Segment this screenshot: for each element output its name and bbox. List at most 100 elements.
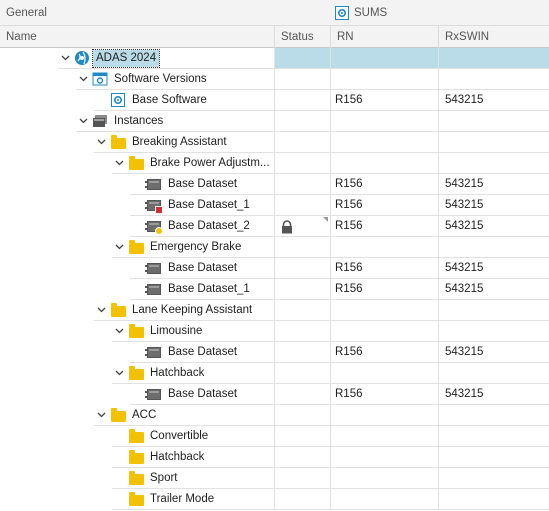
chevron-down-icon[interactable]	[112, 153, 126, 174]
rn-cell[interactable]	[331, 153, 439, 174]
rn-cell[interactable]	[331, 468, 439, 489]
rn-cell[interactable]: R156	[331, 279, 439, 300]
column-header-rxswin[interactable]: RxSWIN	[439, 26, 549, 48]
tree-row-base-dataset[interactable]: Base Dataset R156 543215	[0, 258, 549, 279]
column-header-name[interactable]: Name	[0, 26, 275, 48]
tree-row-limousine[interactable]: Limousine	[0, 321, 549, 342]
rn-cell[interactable]: R156	[331, 174, 439, 195]
rxswin-cell[interactable]	[439, 69, 549, 90]
rn-cell[interactable]: R156	[331, 195, 439, 216]
rxswin-cell[interactable]: 543215	[439, 90, 549, 111]
chevron-down-icon[interactable]	[94, 300, 108, 321]
rn-cell[interactable]	[331, 300, 439, 321]
tree-row-base-dataset[interactable]: Base Dataset R156 543215	[0, 384, 549, 405]
rxswin-cell[interactable]	[439, 132, 549, 153]
rn-cell[interactable]: R156	[331, 216, 439, 237]
tree-row-base-dataset-1[interactable]: Base Dataset_1 R156 543215	[0, 279, 549, 300]
rn-cell[interactable]	[331, 321, 439, 342]
rn-cell[interactable]: R156	[331, 258, 439, 279]
rn-cell[interactable]: R156	[331, 90, 439, 111]
rn-cell[interactable]	[331, 237, 439, 258]
tree-row-base-dataset-2[interactable]: Base Dataset_2 R156 543215	[0, 216, 549, 237]
status-cell[interactable]	[275, 405, 331, 426]
tree-row-base-dataset-1[interactable]: Base Dataset_1 R156 543215	[0, 195, 549, 216]
status-cell[interactable]	[275, 489, 331, 510]
tree-row-sport[interactable]: Sport	[0, 468, 549, 489]
rn-cell[interactable]: R156	[331, 342, 439, 363]
status-cell[interactable]	[275, 426, 331, 447]
rxswin-cell[interactable]	[439, 363, 549, 384]
tree-row-software-versions[interactable]: Software Versions	[0, 69, 549, 90]
rxswin-cell[interactable]	[439, 489, 549, 510]
status-cell[interactable]	[275, 111, 331, 132]
rn-cell[interactable]	[331, 363, 439, 384]
status-cell[interactable]	[275, 321, 331, 342]
tree-row-brake-power-adjustment[interactable]: Brake Power Adjustm...	[0, 153, 549, 174]
status-cell[interactable]	[275, 384, 331, 405]
rxswin-cell[interactable]	[439, 321, 549, 342]
tree-row-convertible[interactable]: Convertible	[0, 426, 549, 447]
rxswin-cell[interactable]	[439, 153, 549, 174]
tree-row-base-software[interactable]: Base Software R156 543215	[0, 90, 549, 111]
status-cell[interactable]	[275, 69, 331, 90]
rxswin-cell[interactable]	[439, 447, 549, 468]
chevron-down-icon[interactable]	[76, 69, 90, 90]
rn-cell[interactable]	[331, 447, 439, 468]
tree-row-hatchback[interactable]: Hatchback	[0, 363, 549, 384]
status-cell[interactable]	[275, 237, 331, 258]
chevron-down-icon[interactable]	[94, 405, 108, 426]
status-cell[interactable]	[275, 279, 331, 300]
chevron-down-icon[interactable]	[112, 363, 126, 384]
chevron-down-icon[interactable]	[112, 321, 126, 342]
rn-cell[interactable]	[331, 69, 439, 90]
status-cell[interactable]	[275, 363, 331, 384]
chevron-down-icon[interactable]	[58, 48, 72, 69]
status-cell[interactable]	[275, 174, 331, 195]
rxswin-cell[interactable]: 543215	[439, 195, 549, 216]
chevron-down-icon[interactable]	[94, 132, 108, 153]
rxswin-cell[interactable]	[439, 48, 549, 69]
rn-cell[interactable]	[331, 426, 439, 447]
rxswin-cell[interactable]	[439, 111, 549, 132]
rxswin-cell[interactable]: 543215	[439, 342, 549, 363]
rxswin-cell[interactable]: 543215	[439, 174, 549, 195]
rxswin-cell[interactable]	[439, 300, 549, 321]
tree-row-acc[interactable]: ACC	[0, 405, 549, 426]
chevron-down-icon[interactable]	[76, 111, 90, 132]
tree-row-trailer-mode[interactable]: Trailer Mode	[0, 489, 549, 510]
status-cell[interactable]	[275, 153, 331, 174]
rn-cell[interactable]	[331, 405, 439, 426]
status-cell[interactable]	[275, 447, 331, 468]
tree-row-emergency-brake[interactable]: Emergency Brake	[0, 237, 549, 258]
rxswin-cell[interactable]	[439, 468, 549, 489]
rxswin-cell[interactable]: 543215	[439, 279, 549, 300]
tree-row-base-dataset[interactable]: Base Dataset R156 543215	[0, 342, 549, 363]
tree-row-adas-2024[interactable]: ADAS 2024	[0, 48, 549, 69]
status-cell[interactable]	[275, 195, 331, 216]
rxswin-cell[interactable]: 543215	[439, 258, 549, 279]
rn-cell[interactable]	[331, 132, 439, 153]
rxswin-cell[interactable]	[439, 405, 549, 426]
status-cell[interactable]	[275, 468, 331, 489]
tree-row-hatchback[interactable]: Hatchback	[0, 447, 549, 468]
status-cell[interactable]	[275, 300, 331, 321]
rn-cell[interactable]	[331, 48, 439, 69]
tree-row-instances[interactable]: Instances	[0, 111, 549, 132]
status-cell[interactable]	[275, 48, 331, 69]
status-cell[interactable]	[275, 342, 331, 363]
tree-row-base-dataset[interactable]: Base Dataset R156 543215	[0, 174, 549, 195]
status-cell[interactable]	[275, 90, 331, 111]
rn-cell[interactable]: R156	[331, 384, 439, 405]
status-cell[interactable]	[275, 258, 331, 279]
rxswin-cell[interactable]: 543215	[439, 216, 549, 237]
tree-row-breaking-assistant[interactable]: Breaking Assistant	[0, 132, 549, 153]
column-header-rn[interactable]: RN	[331, 26, 439, 48]
rn-cell[interactable]	[331, 111, 439, 132]
status-cell[interactable]	[275, 132, 331, 153]
rxswin-cell[interactable]	[439, 426, 549, 447]
tree-row-lane-keeping-assistant[interactable]: Lane Keeping Assistant	[0, 300, 549, 321]
chevron-down-icon[interactable]	[112, 237, 126, 258]
rxswin-cell[interactable]: 543215	[439, 384, 549, 405]
rxswin-cell[interactable]	[439, 237, 549, 258]
column-header-status[interactable]: Status	[275, 26, 331, 48]
